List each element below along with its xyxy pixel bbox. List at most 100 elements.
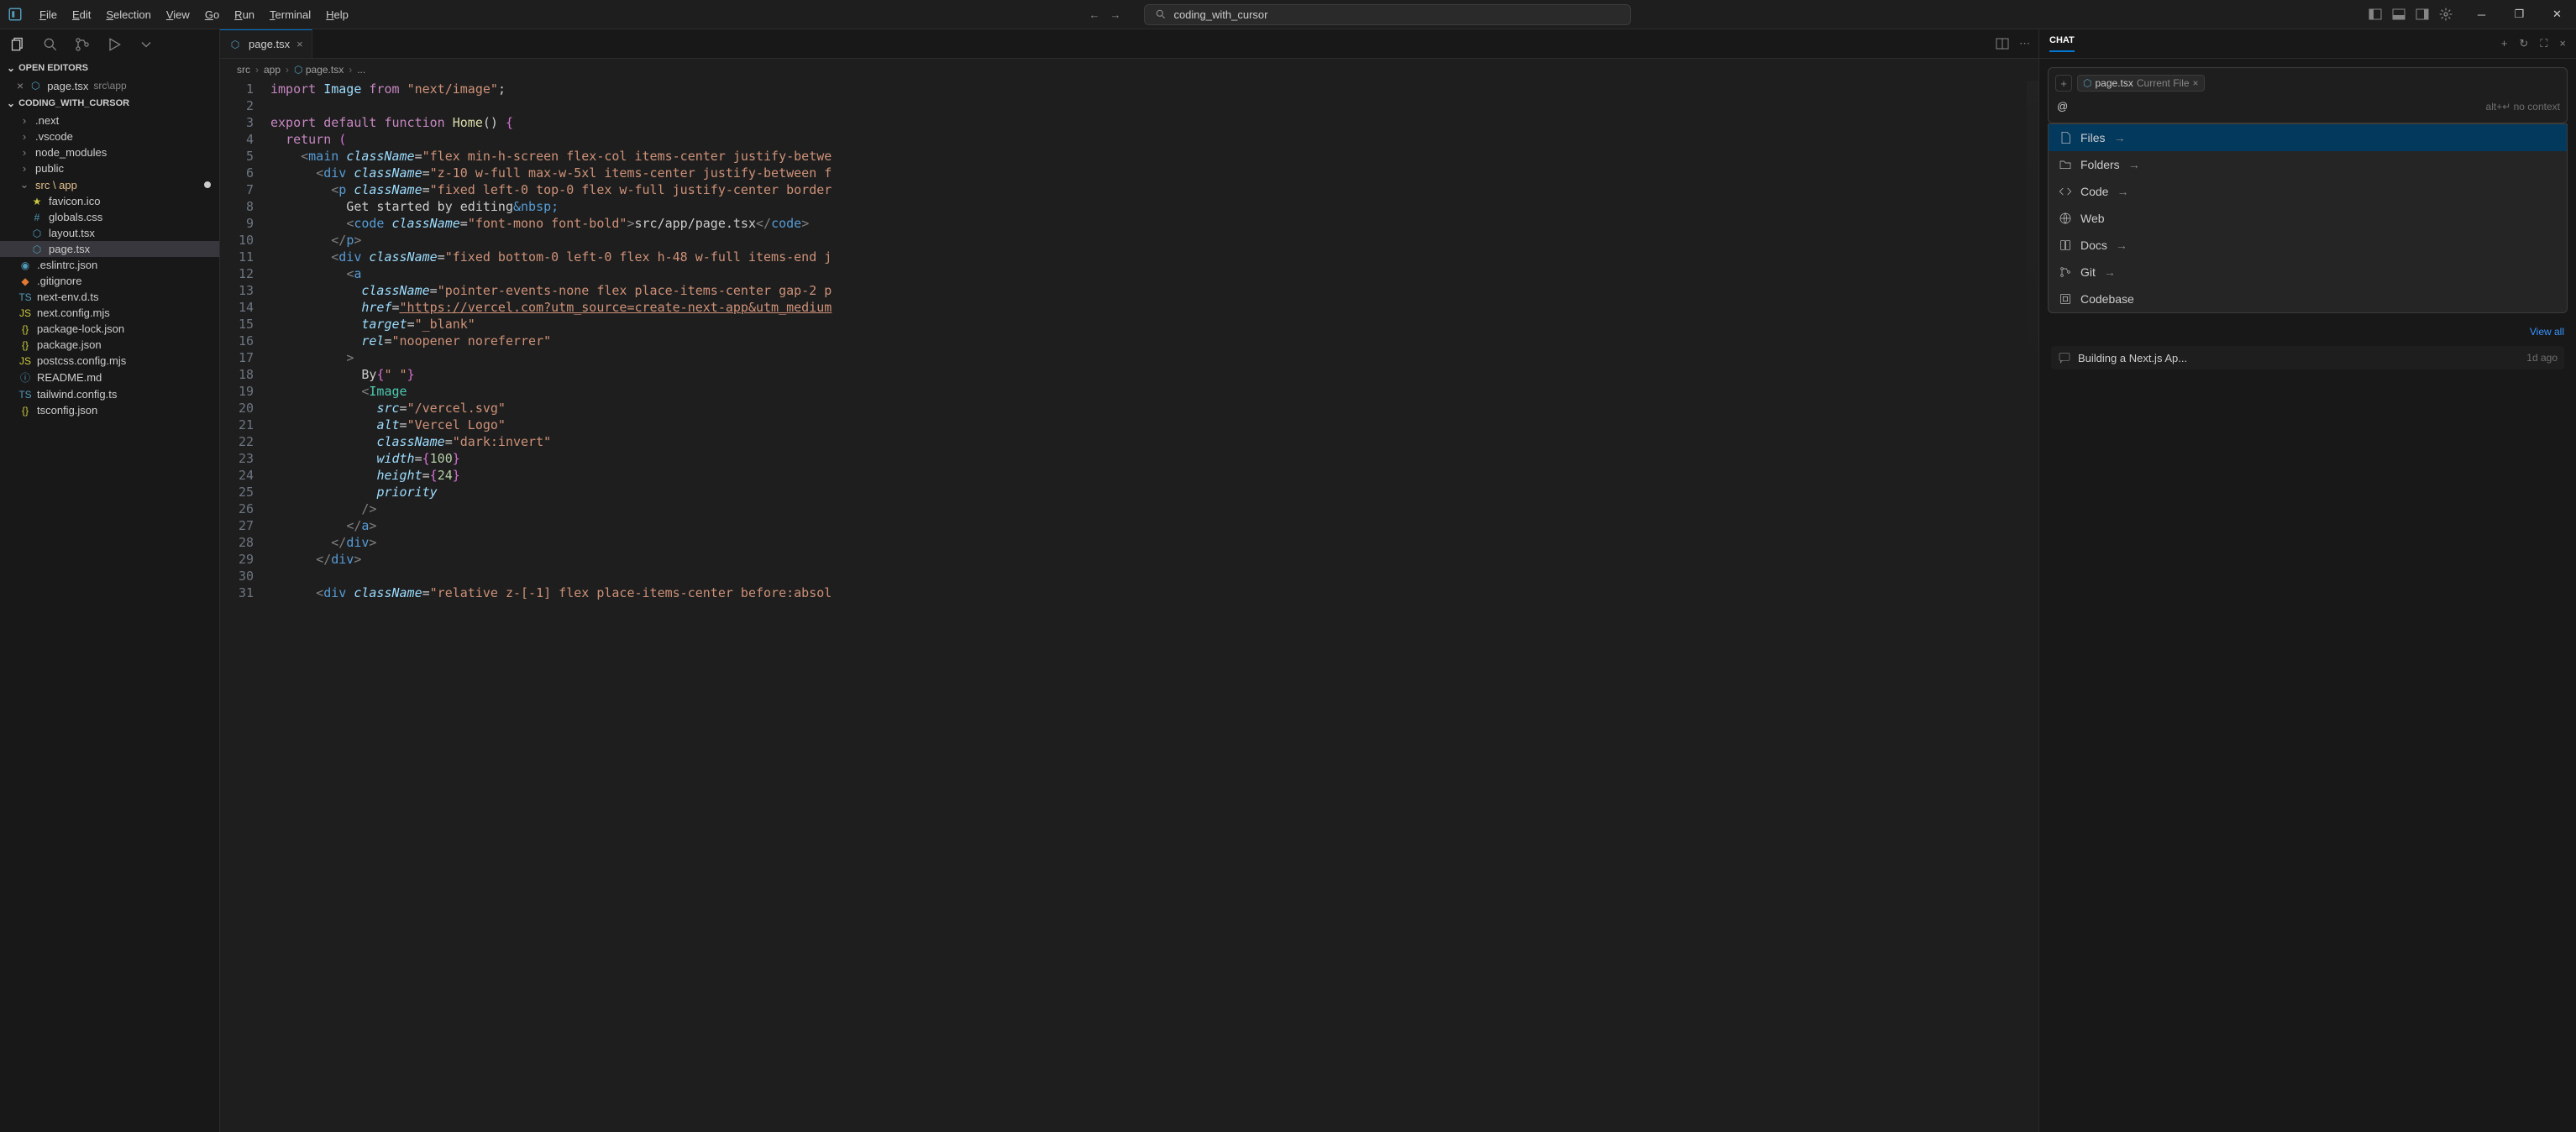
window-maximize-icon[interactable]: ❐ bbox=[2500, 0, 2538, 29]
menu-view[interactable]: View bbox=[160, 5, 197, 24]
breadcrumb[interactable]: src›app›⬡ page.tsx›... bbox=[220, 59, 2038, 81]
file-item[interactable]: ⬡page.tsx bbox=[0, 241, 219, 257]
open-editors-header[interactable]: ⌄ OPEN EDITORS bbox=[0, 59, 219, 77]
remove-chip-icon[interactable]: × bbox=[2193, 77, 2199, 89]
file-item[interactable]: ◉.eslintrc.json bbox=[0, 257, 219, 273]
file-item[interactable]: TSnext-env.d.ts bbox=[0, 289, 219, 305]
context-option-git[interactable]: Git→ bbox=[2049, 259, 2567, 286]
file-item[interactable]: JSpostcss.config.mjs bbox=[0, 353, 219, 369]
layout-bottom-icon[interactable] bbox=[2389, 4, 2409, 24]
editor-tab[interactable]: ⬡ page.tsx × bbox=[220, 29, 312, 58]
window-close-icon[interactable]: ✕ bbox=[2538, 0, 2576, 29]
context-chip[interactable]: ⬡ page.tsx Current File × bbox=[2077, 75, 2205, 92]
chat-history-item[interactable]: Building a Next.js Ap... 1d ago bbox=[2051, 346, 2564, 369]
more-actions-icon[interactable]: ⋯ bbox=[2019, 37, 2030, 50]
file-type-icon: ◆ bbox=[18, 275, 32, 287]
nav-forward-icon[interactable]: → bbox=[1110, 8, 1120, 21]
file-type-icon: # bbox=[30, 212, 44, 223]
react-file-icon: ⬡ bbox=[29, 80, 42, 92]
arrow-right-icon: → bbox=[2117, 185, 2128, 198]
chevron-down-icon: ⌄ bbox=[7, 97, 15, 109]
globe-icon bbox=[2059, 212, 2072, 225]
at-mention-trigger: @ bbox=[2055, 97, 2070, 116]
minimap[interactable] bbox=[2027, 81, 2038, 1132]
file-type-icon: {} bbox=[18, 405, 32, 417]
close-icon[interactable]: × bbox=[17, 79, 24, 92]
file-item[interactable]: #globals.css bbox=[0, 209, 219, 225]
window-minimize-icon[interactable]: ─ bbox=[2463, 0, 2500, 29]
chevron-icon: › bbox=[18, 146, 30, 159]
folder-icon bbox=[2059, 158, 2072, 171]
run-debug-icon[interactable] bbox=[106, 36, 123, 53]
chat-input[interactable]: + ⬡ page.tsx Current File × @ alt+↵ no c… bbox=[2048, 67, 2568, 123]
folder-item[interactable]: ›public bbox=[0, 160, 219, 176]
context-option-folders[interactable]: Folders→ bbox=[2049, 151, 2567, 178]
split-editor-icon[interactable] bbox=[1996, 37, 2009, 50]
command-center-search[interactable]: coding_with_cursor bbox=[1144, 4, 1631, 25]
expand-icon[interactable]: ⛶ bbox=[2540, 37, 2547, 50]
file-type-icon: ★ bbox=[30, 196, 44, 207]
chat-bubble-icon bbox=[2058, 351, 2071, 364]
context-option-docs[interactable]: Docs→ bbox=[2049, 232, 2567, 259]
file-item[interactable]: TStailwind.config.ts bbox=[0, 386, 219, 402]
workspace-header[interactable]: ⌄ CODING_WITH_CURSOR bbox=[0, 94, 219, 113]
menu-selection[interactable]: Selection bbox=[99, 5, 157, 24]
chevron-icon: ⌄ bbox=[18, 178, 30, 191]
breadcrumb-segment[interactable]: app bbox=[264, 64, 281, 76]
breadcrumb-segment[interactable]: ⬡ page.tsx bbox=[294, 64, 344, 76]
menu-file[interactable]: File bbox=[33, 5, 64, 24]
file-item[interactable]: JSnext.config.mjs bbox=[0, 305, 219, 321]
layout-left-icon[interactable] bbox=[2365, 4, 2385, 24]
file-type-icon: ⓘ bbox=[18, 370, 32, 385]
menu-terminal[interactable]: Terminal bbox=[263, 5, 317, 24]
context-option-codebase[interactable]: Codebase bbox=[2049, 286, 2567, 312]
git-icon bbox=[2059, 265, 2072, 279]
open-editor-item[interactable]: × ⬡ page.tsx src\app bbox=[0, 77, 219, 94]
arrow-right-icon: → bbox=[2104, 265, 2116, 279]
source-control-icon[interactable] bbox=[74, 36, 91, 53]
file-item[interactable]: ⬡layout.tsx bbox=[0, 225, 219, 241]
file-item[interactable]: ★favicon.ico bbox=[0, 193, 219, 209]
view-all-link[interactable]: View all bbox=[2530, 326, 2564, 338]
context-option-files[interactable]: Files→ bbox=[2049, 124, 2567, 151]
folder-item[interactable]: ⌄src \ app bbox=[0, 176, 219, 193]
breadcrumb-segment[interactable]: ... bbox=[357, 64, 365, 76]
app-logo bbox=[0, 7, 29, 22]
book-icon bbox=[2059, 238, 2072, 252]
file-type-icon: TS bbox=[18, 389, 32, 401]
file-item[interactable]: ◆.gitignore bbox=[0, 273, 219, 289]
history-icon[interactable]: ↻ bbox=[2519, 37, 2528, 50]
file-item[interactable]: ⓘREADME.md bbox=[0, 369, 219, 386]
layout-right-icon[interactable] bbox=[2412, 4, 2432, 24]
file-type-icon: TS bbox=[18, 291, 32, 303]
file-item[interactable]: {}package.json bbox=[0, 337, 219, 353]
close-icon[interactable]: × bbox=[2559, 37, 2566, 50]
folder-item[interactable]: ›.next bbox=[0, 113, 219, 128]
explorer-files-icon[interactable] bbox=[10, 36, 27, 53]
context-option-code[interactable]: Code→ bbox=[2049, 178, 2567, 205]
menu-help[interactable]: Help bbox=[319, 5, 355, 24]
chevron-down-icon[interactable] bbox=[138, 36, 155, 53]
breadcrumb-segment[interactable]: src bbox=[237, 64, 250, 76]
chat-panel: CHAT + ↻ ⛶ × + ⬡ page.tsx Current File ×… bbox=[2038, 29, 2576, 1132]
title-bar: FileEditSelectionViewGoRunTerminalHelp ←… bbox=[0, 0, 2576, 29]
code-editor[interactable]: 1234567891011121314151617181920212223242… bbox=[220, 81, 2038, 1132]
context-option-web[interactable]: Web bbox=[2049, 205, 2567, 232]
folder-item[interactable]: ›.vscode bbox=[0, 128, 219, 144]
chevron-icon: › bbox=[18, 114, 30, 127]
arrow-right-icon: → bbox=[2128, 158, 2140, 171]
file-type-icon: ◉ bbox=[18, 259, 32, 271]
settings-gear-icon[interactable] bbox=[2436, 4, 2456, 24]
file-item[interactable]: {}tsconfig.json bbox=[0, 402, 219, 418]
file-item[interactable]: {}package-lock.json bbox=[0, 321, 219, 337]
search-icon[interactable] bbox=[42, 36, 59, 53]
folder-item[interactable]: ›node_modules bbox=[0, 144, 219, 160]
menu-go[interactable]: Go bbox=[198, 5, 226, 24]
menu-run[interactable]: Run bbox=[228, 5, 261, 24]
menu-edit[interactable]: Edit bbox=[66, 5, 97, 24]
add-context-button[interactable]: + bbox=[2055, 75, 2072, 92]
react-file-icon: ⬡ bbox=[228, 39, 242, 50]
close-icon[interactable]: × bbox=[296, 38, 303, 50]
new-chat-icon[interactable]: + bbox=[2501, 37, 2508, 50]
nav-back-icon[interactable]: ← bbox=[1089, 8, 1099, 21]
